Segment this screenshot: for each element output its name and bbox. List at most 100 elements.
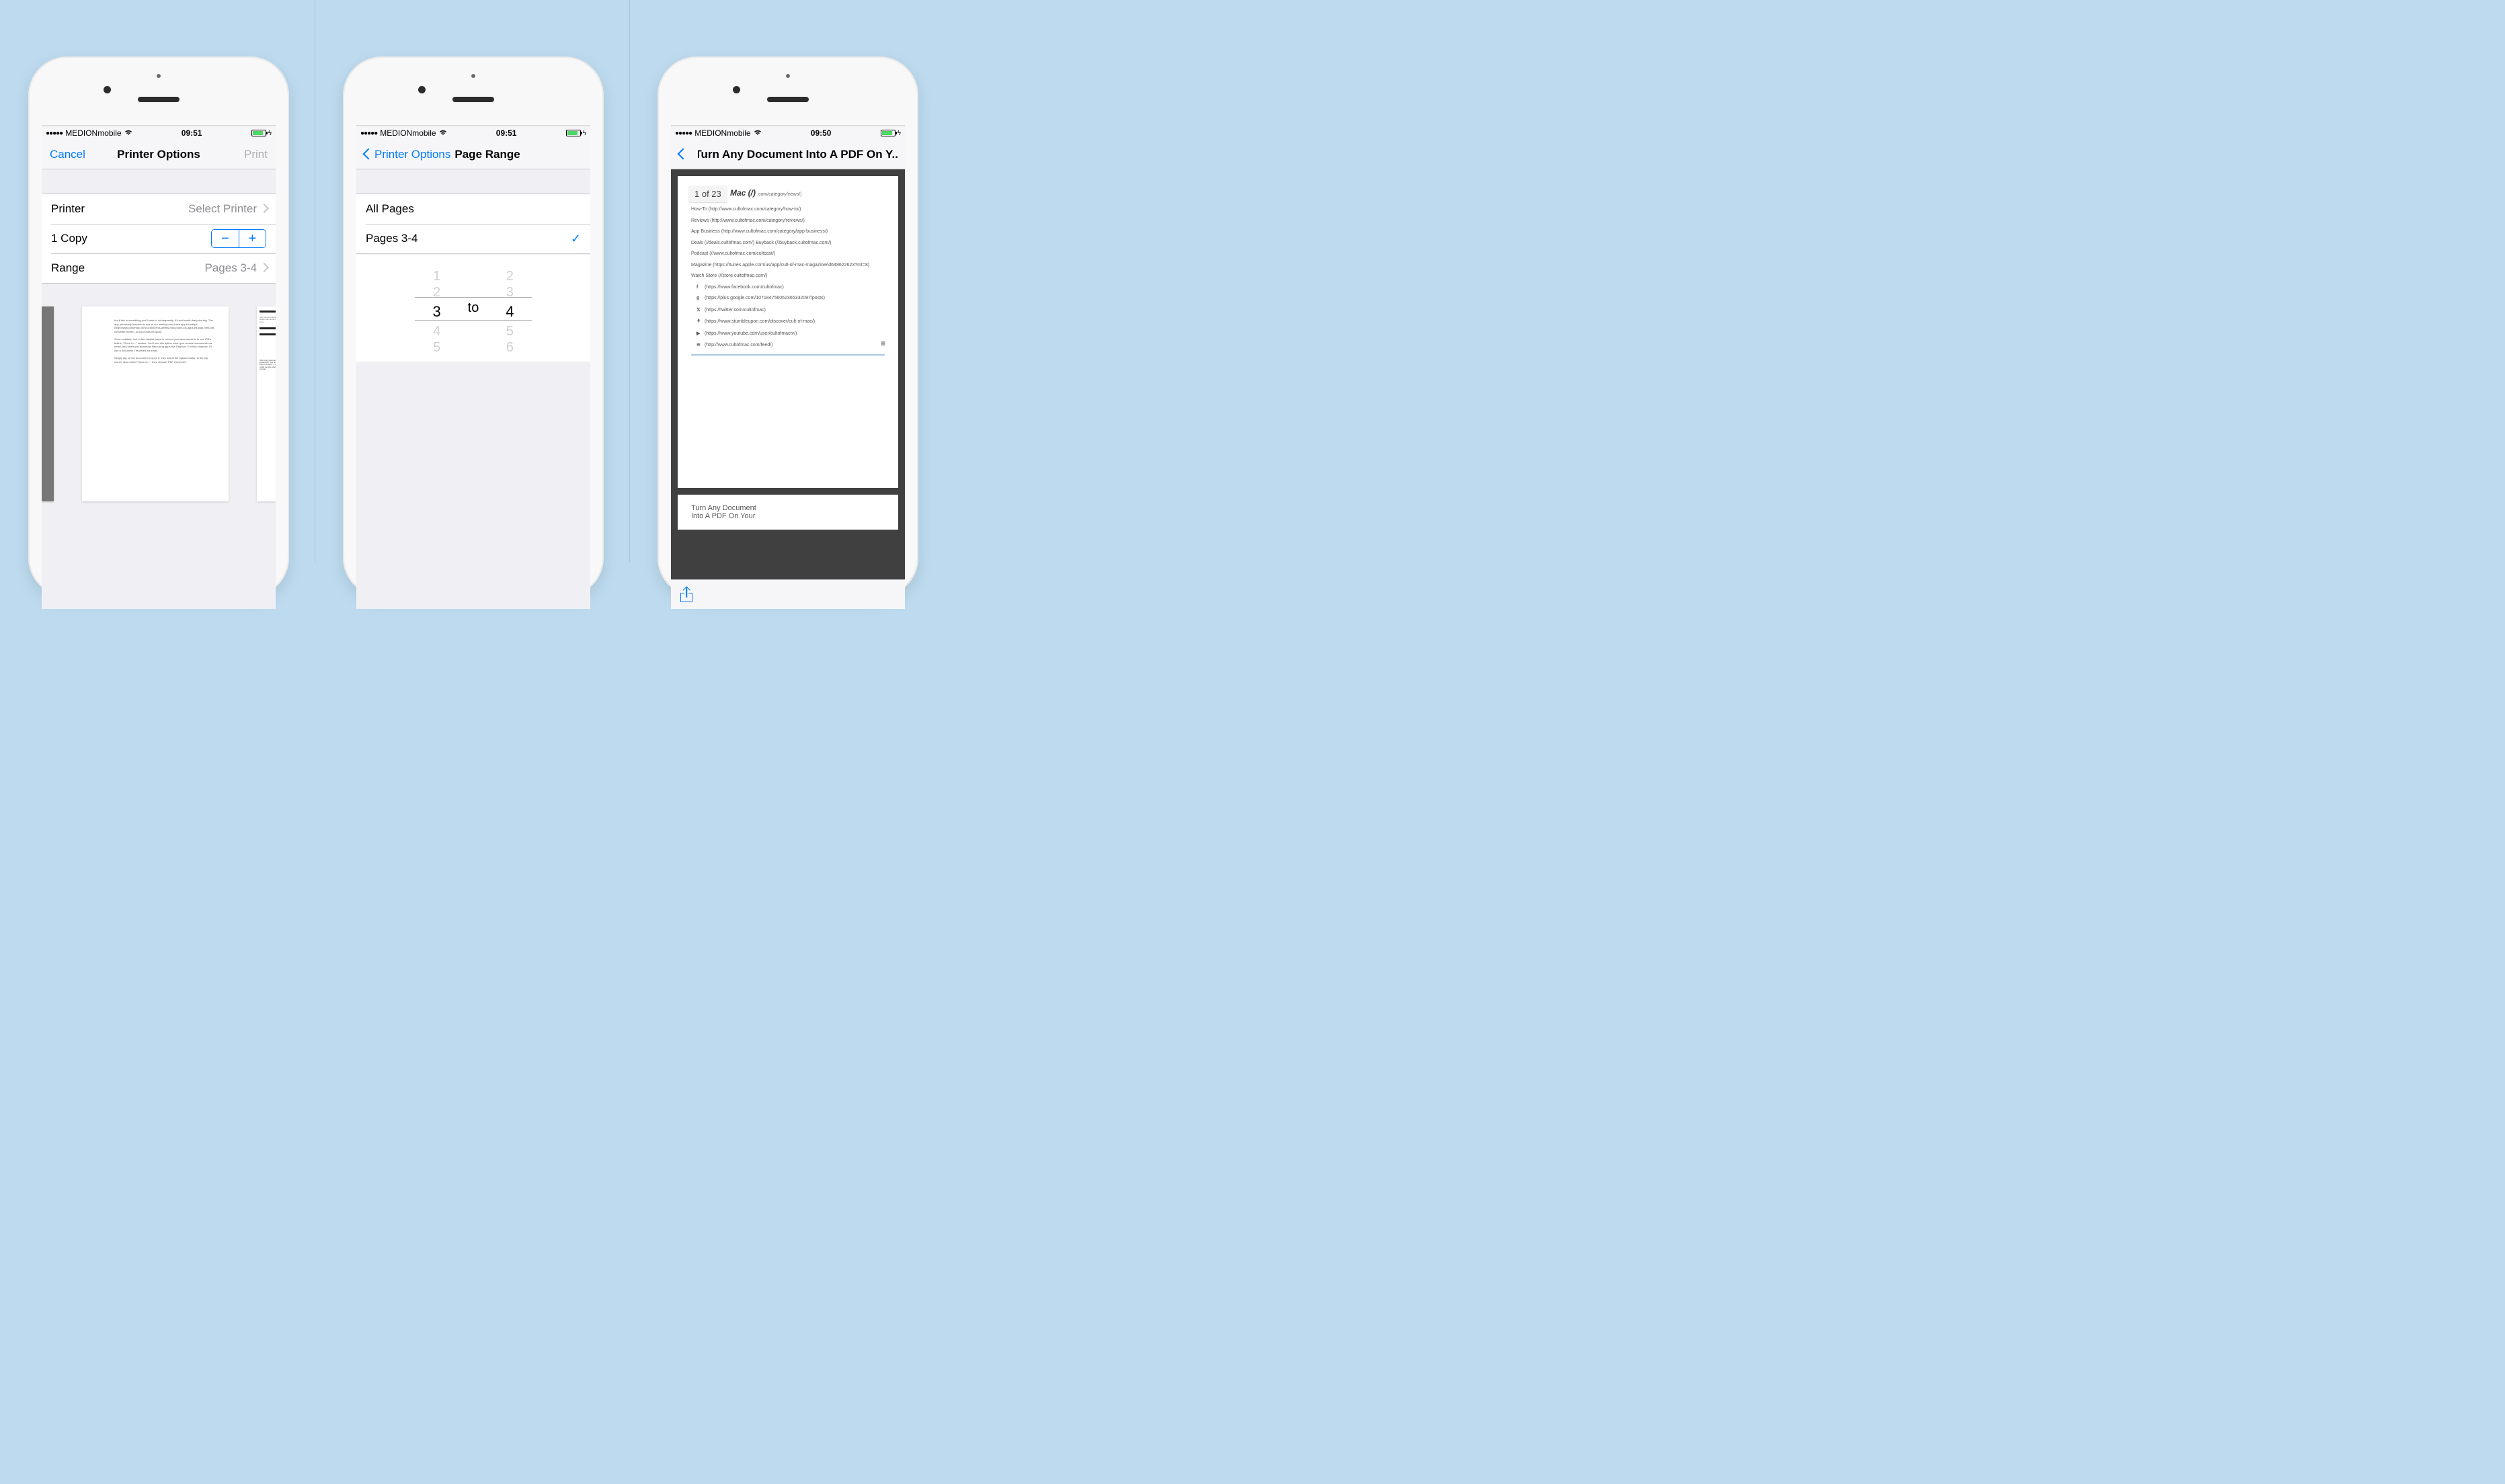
preview-text: (http://w any docu device w via taste 4S… bbox=[260, 360, 276, 370]
cancel-button[interactable]: Cancel bbox=[50, 148, 85, 161]
battery-icon bbox=[251, 130, 266, 136]
preview-text: Once installed, one of the easiest ways … bbox=[114, 337, 216, 352]
range-value: Pages 3-4 bbox=[205, 261, 257, 275]
doc-title-line: Turn Any Document bbox=[691, 504, 885, 512]
settings-group: Printer Select Printer 1 Copy − + Range … bbox=[42, 194, 276, 284]
back-button[interactable]: Printer Options bbox=[364, 148, 450, 161]
status-time: 09:51 bbox=[182, 128, 202, 138]
chevron-left-icon bbox=[679, 149, 686, 161]
range-label: Range bbox=[51, 261, 85, 275]
phone-notch bbox=[344, 58, 602, 125]
gplus-icon: g bbox=[697, 296, 703, 300]
picker-to-label: to bbox=[468, 300, 479, 316]
hamburger-icon: ≡ bbox=[881, 342, 885, 345]
back-label: Printer Options bbox=[374, 148, 450, 161]
prev-page-peek[interactable] bbox=[42, 306, 54, 501]
preview-text: but if this is something you'll want to … bbox=[114, 319, 216, 333]
copies-row: 1 Copy − + bbox=[42, 224, 276, 253]
pages-range-label: Pages 3-4 bbox=[366, 232, 418, 245]
youtube-icon: ▶ bbox=[697, 331, 703, 336]
all-pages-label: All Pages bbox=[366, 202, 414, 216]
copies-decrement[interactable]: − bbox=[212, 230, 239, 247]
back-button[interactable] bbox=[679, 149, 686, 161]
doc-link: Reviews (http://www.cultofmac.com/catego… bbox=[691, 218, 885, 223]
battery-icon bbox=[881, 130, 896, 136]
spacer bbox=[42, 169, 276, 194]
all-pages-row[interactable]: All Pages bbox=[356, 194, 590, 224]
charging-icon: ϟ bbox=[583, 130, 586, 137]
doc-link: Podcast (//www.cultofmac.com/cultcast/) bbox=[691, 251, 885, 256]
carrier-label: MEDIONmobile bbox=[694, 128, 750, 138]
printer-row[interactable]: Printer Select Printer bbox=[42, 194, 276, 224]
next-page-peek[interactable]: main canvas id adaptive display main can… bbox=[257, 306, 276, 501]
picker-to-column[interactable]: 2 3 4 5 6 bbox=[485, 255, 534, 362]
phone-3: ●●●●● MEDIONmobile 09:50 ϟ Turn Any Docu… bbox=[659, 58, 917, 595]
page-thumb-3[interactable]: but if this is something you'll want to … bbox=[82, 306, 229, 501]
doc-link: Magazine (https://itunes.apple.com/us/ap… bbox=[691, 263, 885, 267]
copies-increment[interactable]: + bbox=[239, 230, 266, 247]
nav-bar: Cancel Printer Options Print bbox=[42, 140, 276, 169]
printer-value: Select Printer bbox=[188, 202, 257, 216]
facebook-icon: f bbox=[697, 285, 703, 290]
layout-divider-2 bbox=[629, 0, 630, 562]
charging-icon: ϟ bbox=[898, 130, 901, 137]
chevron-right-icon bbox=[261, 205, 266, 214]
nav-bar: Printer Options Page Range bbox=[356, 140, 590, 169]
checkmark-icon: ✓ bbox=[571, 232, 581, 246]
page-preview-area[interactable]: but if this is something you'll want to … bbox=[42, 284, 276, 609]
wifi-icon bbox=[439, 129, 447, 138]
doc-title-line: Into A PDF On Your bbox=[691, 512, 885, 520]
preview-text: Simply tap on the document to open it, t… bbox=[114, 356, 216, 364]
signal-dots-icon: ●●●●● bbox=[360, 130, 377, 137]
status-time: 09:51 bbox=[496, 128, 517, 138]
pdf-page-1[interactable]: 1 of 23 Mac (/) .com/category/news/) How… bbox=[678, 176, 898, 488]
doc-link: How-To (http://www.cultofmac.com/categor… bbox=[691, 207, 885, 212]
phone-notch bbox=[659, 58, 917, 125]
chevron-right-icon bbox=[261, 264, 266, 273]
doc-link: Deals (//deals.cultofmac.com/) Buyback (… bbox=[691, 241, 885, 245]
screen-pdf-preview: ●●●●● MEDIONmobile 09:50 ϟ Turn Any Docu… bbox=[671, 125, 905, 609]
spacer bbox=[356, 169, 590, 194]
screen-printer-options: ●●●●● MEDIONmobile 09:51 ϟ Cancel Printe… bbox=[42, 125, 276, 609]
page-range-picker[interactable]: 1 2 3 4 5 to 2 3 4 5 6 bbox=[356, 254, 590, 362]
wifi-icon bbox=[754, 129, 762, 138]
doc-link: Watch Store (//store.cultofmac.com/) bbox=[691, 274, 885, 278]
printer-label: Printer bbox=[51, 202, 85, 216]
doc-link: App Business (http://www.cultofmac.com/c… bbox=[691, 229, 885, 234]
picker-from-column[interactable]: 1 2 3 4 5 bbox=[413, 255, 461, 362]
phone-notch bbox=[30, 58, 288, 125]
picker-to-value: 4 bbox=[485, 300, 534, 323]
doc-social-list: f (https://www.facebook.com/cultofmac) g… bbox=[691, 285, 885, 348]
page-count-badge: 1 of 23 bbox=[688, 186, 727, 202]
phone-2: ●●●●● MEDIONmobile 09:51 ϟ Printer Optio… bbox=[344, 58, 602, 595]
twitter-icon: 𝕏 bbox=[697, 307, 703, 313]
copies-stepper: − + bbox=[211, 229, 266, 248]
status-bar: ●●●●● MEDIONmobile 09:50 ϟ bbox=[671, 126, 905, 140]
pages-range-row[interactable]: Pages 3-4 ✓ bbox=[356, 224, 590, 253]
wifi-icon bbox=[124, 129, 132, 138]
status-time: 09:50 bbox=[811, 128, 832, 138]
separator-line bbox=[691, 354, 885, 356]
signal-dots-icon: ●●●●● bbox=[675, 130, 692, 137]
bottom-toolbar bbox=[671, 579, 905, 609]
signal-dots-icon: ●●●●● bbox=[46, 130, 63, 137]
battery-icon bbox=[566, 130, 581, 136]
status-bar: ●●●●● MEDIONmobile 09:51 ϟ bbox=[356, 126, 590, 140]
screen-page-range: ●●●●● MEDIONmobile 09:51 ϟ Printer Optio… bbox=[356, 125, 590, 609]
status-bar: ●●●●● MEDIONmobile 09:51 ϟ bbox=[42, 126, 276, 140]
chevron-left-icon bbox=[364, 149, 372, 161]
doc-heading-url: .com/category/news/) bbox=[757, 192, 802, 197]
document-viewport[interactable]: 1 of 23 Mac (/) .com/category/news/) How… bbox=[671, 169, 905, 579]
phone-1: ●●●●● MEDIONmobile 09:51 ϟ Cancel Printe… bbox=[30, 58, 288, 595]
doc-link-list: How-To (http://www.cultofmac.com/categor… bbox=[691, 207, 885, 278]
print-button[interactable]: Print bbox=[244, 148, 268, 161]
charging-icon: ϟ bbox=[268, 130, 272, 137]
range-row[interactable]: Range Pages 3-4 bbox=[42, 253, 276, 283]
carrier-label: MEDIONmobile bbox=[380, 128, 436, 138]
pdf-page-2[interactable]: Turn Any Document Into A PDF On Your bbox=[678, 495, 898, 530]
stumble-icon: ⚘ bbox=[697, 319, 703, 324]
copies-label: 1 Copy bbox=[51, 232, 87, 245]
nav-title: Page Range bbox=[450, 148, 555, 161]
share-button[interactable] bbox=[680, 587, 692, 602]
rss-icon: ≋ bbox=[697, 342, 703, 347]
